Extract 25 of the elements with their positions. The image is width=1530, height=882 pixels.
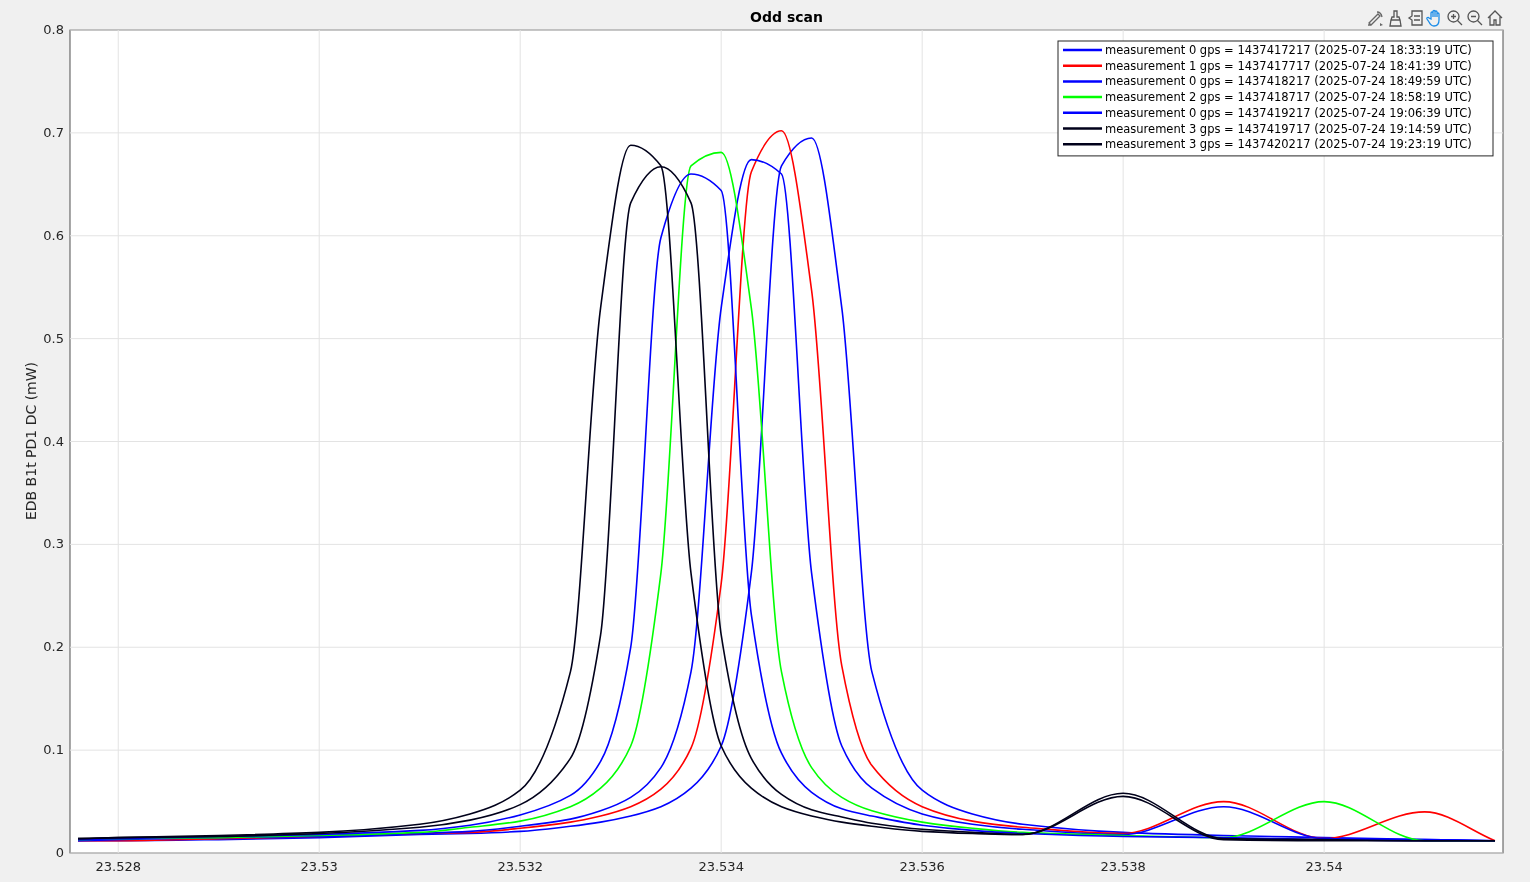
y-tick-label: 0.1 [43,742,64,758]
x-tick-label: 23.532 [497,859,543,874]
legend-label: measurement 0 gps = 1437418217 (2025-07-24 18:49:59 UTC) [1105,74,1472,89]
legend-label: measurement 0 gps = 1437417217 (2025-07-24 18:33:19 UTC) [1105,43,1472,57]
y-tick-label: 0.8 [43,22,64,37]
y-tick-label: 0.6 [43,227,64,243]
y-tick-label: 0.4 [43,433,64,449]
legend-label: measurement 3 gps = 1437419717 (2025-07-24 19:14:59 UTC) [1105,121,1472,136]
y-tick-label: 0.2 [43,639,64,655]
legend-label: measurement 2 gps = 1437418717 (2025-07-24 18:58:19 UTC) [1105,90,1472,105]
y-axis-label: EDB B1t PD1 DC (mW) [23,361,39,521]
y-tick-label: 0.3 [43,536,64,552]
y-tick-label: 0 [55,845,64,860]
x-tick-label: 23.536 [899,859,945,874]
x-tick-label: 23.538 [1100,859,1146,874]
x-tick-label: 23.53 [300,859,338,874]
legend-label: measurement 1 gps = 1437417717 (2025-07-24 18:41:39 UTC) [1105,58,1472,73]
chart-title: Odd scan [750,9,823,25]
x-tick-label: 23.528 [95,859,141,874]
x-tick-label: 23.54 [1305,859,1343,874]
x-tick-label: 23.534 [698,859,744,874]
legend-label: measurement 3 gps = 1437420217 (2025-07-24 19:23:19 UTC) [1105,137,1472,152]
y-tick-label: 0.7 [43,124,64,140]
legend-label: measurement 0 gps = 1437419217 (2025-07-24 19:06:39 UTC) [1105,105,1472,120]
y-tick-label: 0.5 [43,330,64,346]
